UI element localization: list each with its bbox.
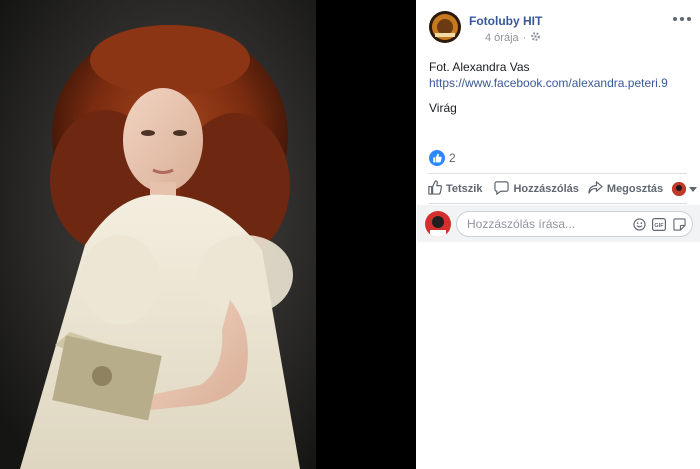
post-as-selector[interactable] bbox=[672, 182, 698, 196]
share-icon bbox=[588, 180, 603, 198]
divider-top bbox=[429, 173, 687, 174]
comment-input[interactable] bbox=[467, 217, 617, 231]
more-options-icon[interactable] bbox=[673, 12, 691, 26]
comment-composer: GIF bbox=[417, 205, 700, 242]
sticker-icon[interactable] bbox=[672, 217, 686, 231]
comment-tools: GIF bbox=[632, 217, 686, 231]
like-button[interactable]: Tetszik bbox=[427, 180, 482, 198]
gif-icon[interactable]: GIF bbox=[652, 217, 666, 231]
emoji-icon[interactable] bbox=[632, 217, 646, 231]
reaction-count: 2 bbox=[449, 151, 456, 165]
comment-button[interactable]: Hozzászólás bbox=[494, 180, 579, 198]
post-meta: 4 órája · bbox=[485, 31, 541, 45]
svg-text:GIF: GIF bbox=[654, 223, 664, 229]
share-button[interactable]: Megosztás bbox=[588, 180, 663, 198]
post-caption: Fot. Alexandra Vas https://www.facebook.… bbox=[429, 59, 687, 91]
page-name-link[interactable]: Fotoluby HIT bbox=[469, 14, 542, 28]
caption-line-2: Virág bbox=[429, 101, 457, 115]
page-avatar[interactable] bbox=[429, 11, 461, 43]
caption-text: Fot. Alexandra Vas bbox=[429, 60, 530, 74]
post-header: Fotoluby HIT 4 órája · bbox=[429, 11, 691, 45]
post-photo[interactable] bbox=[0, 0, 416, 469]
gear-icon[interactable] bbox=[530, 31, 541, 45]
post-panel: Fotoluby HIT 4 órája · Fot. Alexandra Va… bbox=[417, 0, 700, 469]
divider-bottom bbox=[429, 203, 687, 204]
comment-icon bbox=[494, 180, 510, 198]
user-avatar-small bbox=[672, 182, 687, 196]
share-label: Megosztás bbox=[606, 183, 664, 195]
like-label: Tetszik bbox=[446, 183, 483, 195]
commenter-avatar[interactable] bbox=[425, 211, 451, 237]
post-timestamp[interactable]: 4 órája bbox=[485, 32, 519, 44]
reaction-summary[interactable]: 2 bbox=[429, 150, 456, 166]
photo-image bbox=[0, 0, 416, 469]
thumbs-up-icon bbox=[427, 180, 443, 198]
separator-dot: · bbox=[522, 32, 527, 44]
comment-label: Hozzászólás bbox=[513, 183, 579, 195]
caption-link[interactable]: https://www.facebook.com/alexandra.peter… bbox=[429, 76, 668, 90]
action-bar: Tetszik Hozzászólás Megosztás bbox=[427, 178, 698, 200]
comment-input-wrapper[interactable]: GIF bbox=[456, 211, 693, 237]
chevron-down-icon bbox=[689, 186, 698, 192]
like-reaction-icon bbox=[429, 150, 445, 166]
